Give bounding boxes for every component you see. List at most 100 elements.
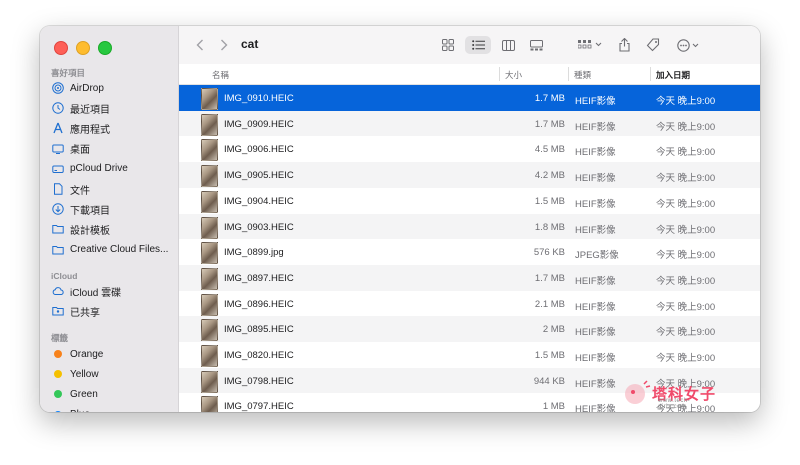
sidebar-item-favorite[interactable]: 設計模板 [52, 219, 174, 239]
sidebar-item-favorite[interactable]: 桌面 [52, 139, 174, 159]
sidebar-item-favorite[interactable]: pCloud Drive [52, 159, 174, 179]
sidebar-tag-item[interactable]: Green [52, 384, 174, 404]
file-kind: HEIF影像 [575, 198, 616, 210]
sidebar-item-favorite[interactable]: 最近項目 [52, 98, 174, 118]
file-size: 1 MB [542, 401, 565, 412]
sidebar-tag-item[interactable]: Blue [52, 405, 174, 412]
file-name: IMG_0899.jpg [224, 247, 284, 259]
cloud-drive-icon [52, 163, 64, 175]
file-kind: HEIF影像 [575, 378, 616, 390]
ellipsis-circle-icon [677, 38, 699, 52]
window-controls [54, 41, 112, 55]
zoom-window-button[interactable] [98, 41, 112, 55]
file-date-added: 今天 晚上9:00 [656, 250, 716, 262]
airdrop-icon [52, 82, 64, 94]
sidebar-item-favorite[interactable]: Creative Cloud Files... [52, 240, 174, 260]
file-thumbnail [201, 319, 218, 342]
gallery-view-button[interactable] [525, 36, 547, 54]
file-size: 1.7 MB [534, 93, 565, 104]
file-size: 4.5 MB [534, 144, 565, 156]
sidebar-item-icloud[interactable]: 已共享 [52, 301, 174, 321]
file-row[interactable]: IMG_0903.HEIC 1.8 MB HEIF影像 今天 晚上9:00 [179, 213, 760, 240]
sidebar-item-favorite[interactable]: AirDrop [52, 78, 174, 98]
file-date-added: 今天 晚上9:00 [656, 327, 716, 339]
watermark: 塔科女子 www.tech-girlz.com [622, 380, 716, 410]
file-date-added: 今天 晚上9:00 [656, 224, 716, 236]
file-row[interactable]: IMG_0820.HEIC 1.5 MB HEIF影像 今天 晚上9:00 [179, 342, 760, 368]
icon-view-button[interactable] [437, 36, 459, 54]
file-name: IMG_0896.HEIC [224, 298, 294, 310]
watermark-logo-icon [625, 380, 651, 404]
close-window-button[interactable] [54, 41, 68, 55]
file-row[interactable]: IMG_0909.HEIC 1.7 MB HEIF影像 今天 晚上9:00 [179, 110, 760, 137]
file-name: IMG_0903.HEIC [224, 221, 294, 233]
file-name: IMG_0909.HEIC [224, 118, 294, 130]
sidebar-item-favorite[interactable]: 應用程式 [52, 118, 174, 138]
file-kind: JPEG影像 [575, 250, 619, 262]
sidebar-item-icloud[interactable]: iCloud 雲碟 [52, 281, 174, 301]
chevron-left-icon [196, 39, 203, 51]
file-row[interactable]: IMG_0897.HEIC 1.7 MB HEIF影像 今天 晚上9:00 [179, 264, 760, 291]
column-divider[interactable] [568, 67, 569, 81]
file-kind: HEIF影像 [575, 224, 616, 236]
file-kind: HEIF影像 [575, 173, 616, 185]
column-header: 名稱 大小 種類 加入日期 [179, 64, 760, 85]
sidebar-tag-label: Yellow [70, 368, 99, 380]
file-thumbnail [201, 113, 218, 136]
file-date-added: 今天 晚上9:00 [656, 121, 716, 133]
sidebar-tag-label: Orange [70, 348, 104, 360]
minimize-window-button[interactable] [76, 41, 90, 55]
date-added-column-header[interactable]: 加入日期 [656, 69, 690, 81]
file-thumbnail [201, 139, 218, 162]
more-actions-button[interactable] [675, 36, 703, 54]
file-date-added: 今天 晚上9:00 [656, 301, 716, 313]
file-thumbnail [201, 242, 218, 265]
desktop-icon [52, 143, 64, 155]
file-row[interactable]: IMG_0905.HEIC 4.2 MB HEIF影像 今天 晚上9:00 [179, 162, 760, 188]
file-size: 4.2 MB [534, 170, 565, 182]
download-icon [52, 203, 64, 215]
sidebar-item-label: 設計模板 [70, 225, 110, 237]
share-button[interactable] [615, 35, 633, 55]
file-date-added: 今天 晚上9:00 [656, 173, 716, 185]
sidebar-item-label: iCloud 雲碟 [70, 287, 122, 299]
sidebar: 喜好項目 iCloud 標籤 AirDrop 最近項目 應用程式 桌面 pCloud D… [40, 26, 179, 412]
file-thumbnail [201, 165, 218, 188]
file-kind: HEIF影像 [575, 301, 616, 313]
forward-button[interactable] [217, 37, 231, 53]
folder-icon [52, 244, 64, 256]
icloud-section-label: iCloud [51, 271, 78, 281]
file-name: IMG_0906.HEIC [224, 144, 294, 156]
sidebar-item-favorite[interactable]: 下載項目 [52, 199, 174, 219]
file-list: IMG_0910.HEIC 1.7 MB HEIF影像 今天 晚上9:00 IMG_09… [179, 85, 760, 412]
column-view-button[interactable] [497, 36, 519, 54]
column-divider[interactable] [650, 67, 651, 81]
file-row[interactable]: IMG_0896.HEIC 2.1 MB HEIF影像 今天 晚上9:00 [179, 291, 760, 317]
file-row[interactable]: IMG_0904.HEIC 1.5 MB HEIF影像 今天 晚上9:00 [179, 188, 760, 214]
tag-color-dot [54, 390, 62, 399]
file-thumbnail [201, 88, 218, 110]
gallery-view-icon [529, 39, 543, 50]
file-name: IMG_0905.HEIC [224, 170, 294, 182]
file-thumbnail [201, 267, 218, 290]
file-row[interactable]: IMG_0895.HEIC 2 MB HEIF影像 今天 晚上9:00 [179, 316, 760, 342]
sidebar-tag-item[interactable]: Yellow [52, 364, 174, 384]
file-name: IMG_0904.HEIC [224, 195, 294, 207]
column-divider[interactable] [499, 67, 500, 81]
kind-column-header[interactable]: 種類 [574, 69, 591, 81]
file-size: 1.7 MB [534, 272, 565, 284]
file-thumbnail [201, 293, 218, 316]
sidebar-item-label: 文件 [70, 185, 90, 197]
file-row[interactable]: IMG_0899.jpg 576 KB JPEG影像 今天 晚上9:00 [179, 239, 760, 265]
file-row[interactable]: IMG_0910.HEIC 1.7 MB HEIF影像 今天 晚上9:00 [179, 85, 760, 111]
name-column-header[interactable]: 名稱 [212, 69, 229, 81]
file-row[interactable]: IMG_0906.HEIC 4.5 MB HEIF影像 今天 晚上9:00 [179, 136, 760, 162]
size-column-header[interactable]: 大小 [505, 69, 522, 81]
tags-button[interactable] [643, 36, 663, 54]
group-by-button[interactable] [575, 36, 605, 54]
back-button[interactable] [193, 37, 207, 53]
sidebar-item-favorite[interactable]: 文件 [52, 179, 174, 199]
tag-color-dot [54, 410, 62, 412]
list-view-button[interactable] [465, 36, 491, 54]
sidebar-tag-item[interactable]: Orange [52, 344, 174, 364]
